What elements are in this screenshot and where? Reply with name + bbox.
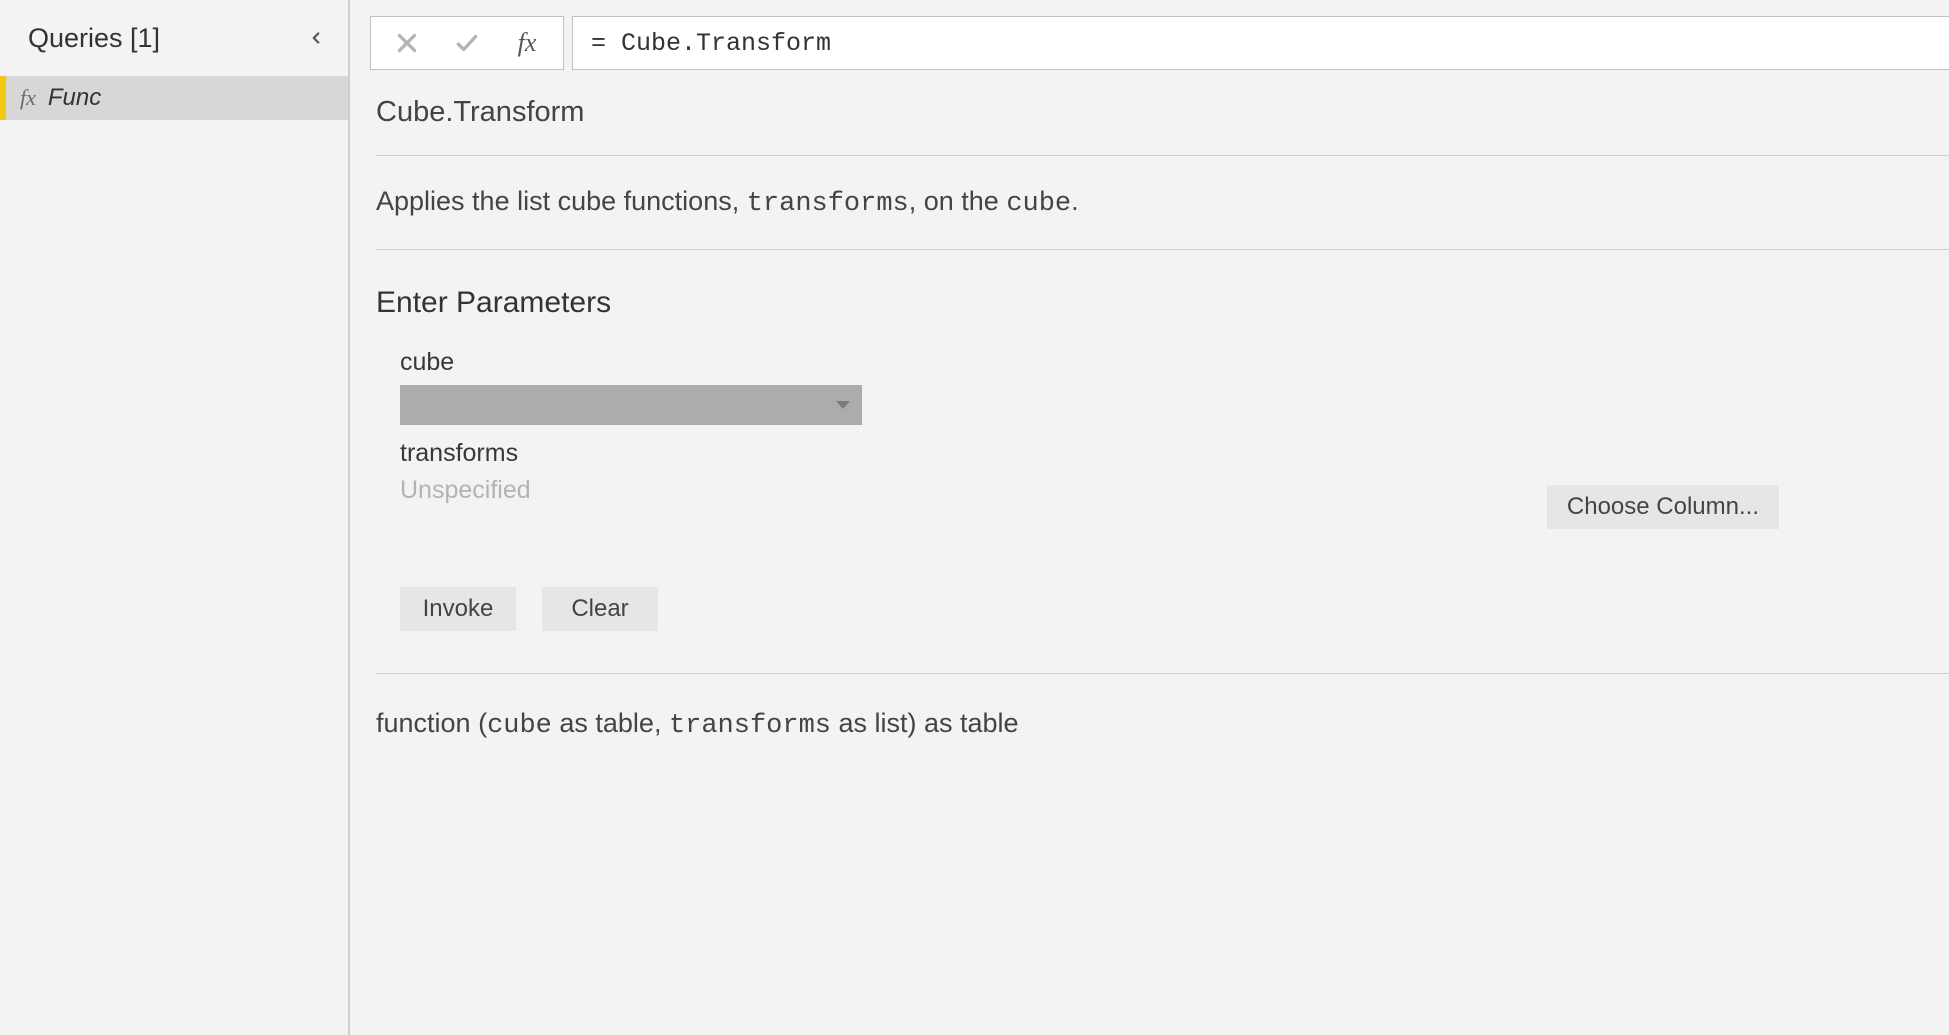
query-item-func[interactable]: fx Func (0, 76, 348, 120)
sidebar-header: Queries [1] (0, 0, 348, 76)
fx-icon: fx (20, 85, 36, 111)
function-description: Applies the list cube functions, transfo… (376, 156, 1949, 250)
collapse-sidebar-button[interactable] (300, 22, 332, 54)
main-panel: fx Cube.Transform Applies the list cube … (350, 0, 1949, 1035)
desc-text: Applies the list cube functions, (376, 186, 747, 216)
param-transforms-value: Unspecified (400, 476, 1949, 505)
sig-text: as table, (552, 708, 669, 738)
formula-bar: fx (350, 0, 1949, 70)
cancel-formula-button[interactable] (377, 17, 437, 69)
invoke-button[interactable]: Invoke (400, 587, 516, 631)
parameters-heading: Enter Parameters (376, 286, 1949, 320)
param-cube: cube (400, 348, 1949, 425)
app-root: Queries [1] fx Func fx Cube.Tr (0, 0, 1949, 1035)
param-transforms-label: transforms (400, 439, 1949, 468)
desc-code-cube: cube (1006, 189, 1071, 219)
sig-param-cube: cube (487, 711, 552, 741)
param-cube-dropdown[interactable] (400, 385, 862, 425)
fx-button[interactable]: fx (497, 17, 557, 69)
chevron-down-icon (836, 401, 850, 409)
function-signature: function (cube as table, transforms as l… (376, 708, 1949, 741)
sig-param-transforms: transforms (669, 711, 831, 741)
check-icon (454, 30, 480, 56)
formula-input[interactable] (572, 16, 1949, 70)
function-content: Cube.Transform Applies the list cube fun… (350, 70, 1949, 741)
sidebar-title: Queries [1] (28, 23, 160, 54)
action-buttons: Invoke Clear (400, 587, 1949, 631)
x-icon (394, 30, 420, 56)
chevron-left-icon (307, 29, 325, 47)
formula-bar-controls: fx (370, 16, 564, 70)
clear-button[interactable]: Clear (542, 587, 658, 631)
queries-sidebar: Queries [1] fx Func (0, 0, 350, 1035)
desc-text: . (1071, 186, 1079, 216)
accept-formula-button[interactable] (437, 17, 497, 69)
sig-text: function ( (376, 708, 487, 738)
function-name: Cube.Transform (376, 96, 1949, 156)
param-cube-label: cube (400, 348, 1949, 377)
sig-text: as list) as table (831, 708, 1019, 738)
divider (376, 673, 1949, 674)
query-item-label: Func (48, 84, 101, 112)
desc-code-transforms: transforms (747, 189, 909, 219)
desc-text: , on the (909, 186, 1007, 216)
param-transforms: transforms Unspecified (400, 439, 1949, 505)
